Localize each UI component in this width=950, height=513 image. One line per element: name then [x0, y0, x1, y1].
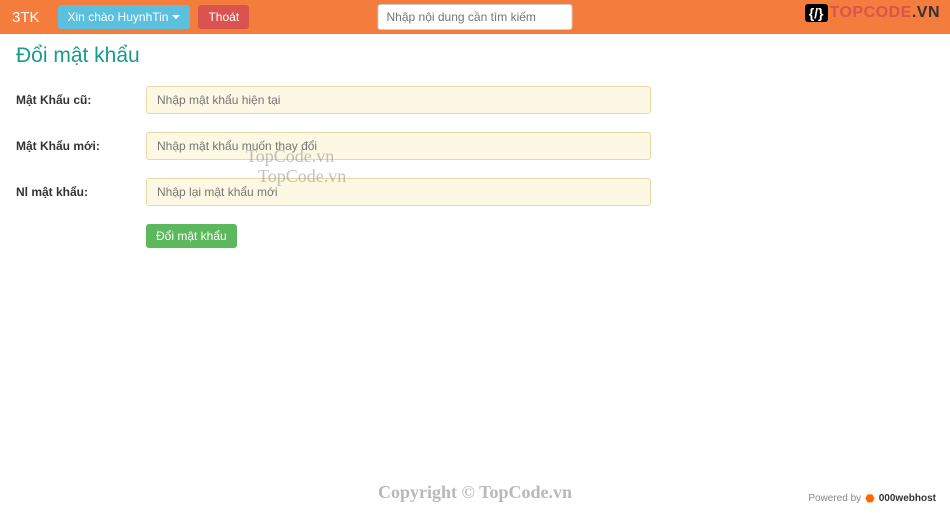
- old-password-label: Mật Khẩu cũ:: [16, 93, 146, 107]
- flame-icon: ⬣: [865, 492, 875, 505]
- greeting-label: Xin chào HuynhTin: [68, 10, 169, 24]
- main-container: Đổi mật khẩu Mật Khẩu cũ: Mật Khẩu mới: …: [0, 34, 950, 258]
- form-row-old-password: Mật Khẩu cũ:: [16, 86, 934, 114]
- page-title: Đổi mật khẩu: [16, 44, 934, 68]
- logout-button[interactable]: Thoát: [198, 5, 249, 29]
- new-password-label: Mật Khẩu mới:: [16, 139, 146, 153]
- brand[interactable]: 3TK: [12, 9, 40, 26]
- change-password-button[interactable]: Đổi mật khẩu: [146, 224, 237, 248]
- confirm-password-input[interactable]: [146, 178, 651, 206]
- host-name: 000webhost: [879, 493, 936, 504]
- confirm-password-label: Nl mật khẩu:: [16, 185, 146, 199]
- new-password-input[interactable]: [146, 132, 651, 160]
- search-wrap: [378, 4, 573, 30]
- logo-text: TOPCODE.VN: [830, 4, 941, 22]
- search-input[interactable]: [378, 4, 573, 30]
- powered-prefix: Powered by: [808, 493, 861, 504]
- logo-badge-icon: {/}: [805, 4, 828, 22]
- user-greeting-dropdown[interactable]: Xin chào HuynhTin: [58, 5, 191, 29]
- old-password-input[interactable]: [146, 86, 651, 114]
- chevron-down-icon: [172, 15, 180, 19]
- navbar: 3TK Xin chào HuynhTin Thoát {/} TOPCODE.…: [0, 0, 950, 34]
- form-row-new-password: Mật Khẩu mới:: [16, 132, 934, 160]
- form-row-confirm-password: Nl mật khẩu:: [16, 178, 934, 206]
- site-logo[interactable]: {/} TOPCODE.VN: [805, 4, 940, 22]
- submit-wrap: Đổi mật khẩu: [146, 224, 934, 248]
- powered-by-badge[interactable]: Powered by ⬣ 000webhost: [802, 488, 942, 509]
